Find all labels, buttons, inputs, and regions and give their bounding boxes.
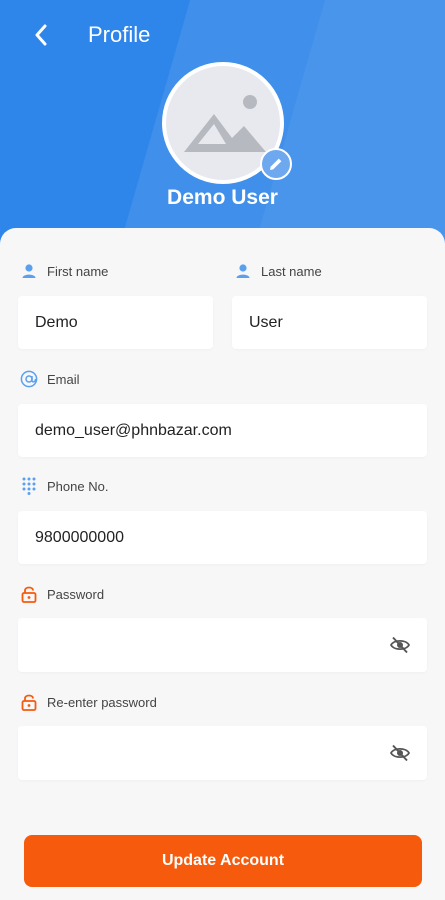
confirm-password-label-text: Re-enter password	[47, 694, 157, 710]
page-title: Profile	[88, 22, 151, 47]
first-name-label: First name	[20, 262, 108, 280]
email-label-text: Email	[47, 371, 80, 387]
eye-off-icon	[389, 744, 411, 762]
chevron-left-icon	[35, 24, 47, 46]
phone-value: 9800000000	[35, 528, 124, 546]
at-icon	[20, 370, 38, 388]
person-icon	[234, 262, 252, 280]
first-name-field[interactable]: Demo	[18, 296, 213, 349]
email-value: demo_user@phnbazar.com	[35, 421, 232, 439]
confirm-password-field[interactable]	[18, 726, 427, 780]
password-visibility-toggle[interactable]	[389, 634, 411, 656]
person-icon	[20, 262, 38, 280]
email-label: Email	[20, 370, 80, 388]
update-account-button[interactable]: Update Account	[24, 835, 422, 887]
first-name-value: Demo	[35, 313, 78, 331]
confirm-password-label: Re-enter password	[20, 693, 157, 711]
last-name-value: User	[249, 313, 283, 331]
password-field[interactable]	[18, 618, 427, 672]
confirm-password-visibility-toggle[interactable]	[389, 742, 411, 764]
dialpad-icon	[20, 477, 38, 495]
phone-label: Phone No.	[20, 477, 108, 495]
pencil-icon	[270, 158, 282, 170]
password-label: Password	[20, 585, 104, 603]
back-button[interactable]	[26, 20, 56, 50]
edit-avatar-button[interactable]	[260, 148, 292, 180]
profile-header: Profile Demo User	[0, 0, 445, 262]
first-name-label-text: First name	[47, 263, 109, 279]
phone-field[interactable]: 9800000000	[18, 511, 427, 564]
lock-icon	[20, 585, 38, 603]
email-field[interactable]: demo_user@phnbazar.com	[18, 404, 427, 457]
password-label-text: Password	[47, 586, 105, 602]
lock-icon	[20, 693, 38, 711]
eye-off-icon	[389, 636, 411, 654]
user-display-name: Demo User	[167, 186, 278, 209]
last-name-label-text: Last name	[261, 263, 322, 279]
last-name-field[interactable]: User	[232, 296, 427, 349]
last-name-label: Last name	[234, 262, 322, 280]
phone-label-text: Phone No.	[47, 478, 109, 494]
